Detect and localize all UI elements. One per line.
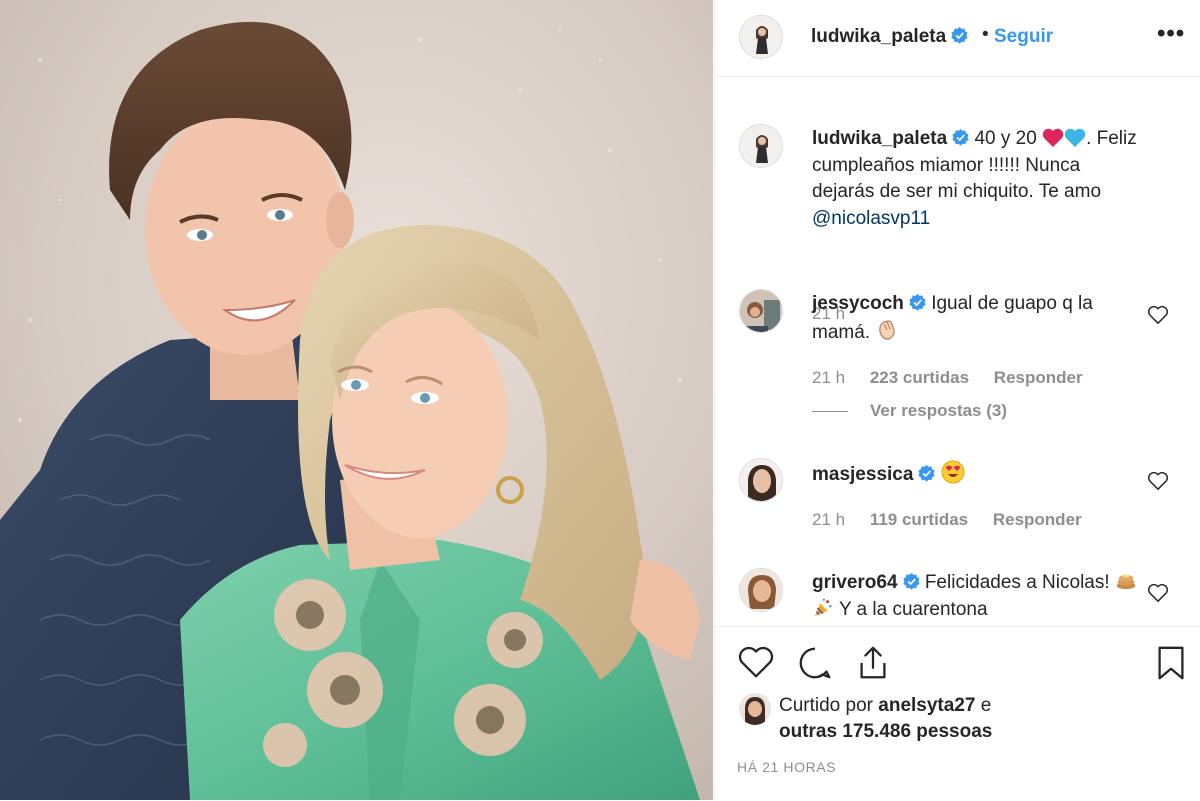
liked-by-text: Curtido por anelsyta27 e outras 175.486 …	[779, 693, 992, 745]
like-comment-heart-icon[interactable]	[1147, 583, 1169, 603]
view-replies-label[interactable]: Ver respostas (3)	[870, 401, 1007, 420]
follow-button[interactable]: Seguir	[994, 26, 1053, 48]
caption-mention-link[interactable]: @nicolasvp11	[812, 208, 930, 229]
caption-username[interactable]: ludwika_paleta	[812, 128, 947, 149]
liked-by-conj: e	[980, 695, 992, 716]
comment-body-start: Felicidades a Nicolas!	[924, 572, 1110, 593]
verified-badge-icon	[918, 465, 935, 482]
comment-username[interactable]: grivero64	[812, 572, 898, 593]
post-timestamp[interactable]: HÁ 21 HORAS	[737, 759, 836, 775]
party-popper-emoji-icon	[814, 598, 832, 616]
reply-button[interactable]: Responder	[994, 368, 1083, 387]
post-header: ludwika_paleta • Seguir •••	[715, 0, 1200, 77]
verified-badge-icon	[951, 27, 968, 44]
author-username[interactable]: ludwika_paleta	[811, 26, 968, 48]
commenter-avatar[interactable]	[739, 568, 783, 612]
comment-likes-count[interactable]: 223 curtidas	[870, 368, 969, 387]
comments-section[interactable]: ludwika_paleta 40 y 20 . Feliz cumpleaño…	[715, 77, 1200, 625]
clap-emoji-icon	[879, 319, 896, 340]
like-comment-heart-icon[interactable]	[1147, 471, 1169, 491]
post-photo[interactable]	[0, 0, 713, 800]
photo-illustration	[0, 0, 713, 800]
comment-likes-count[interactable]: 119 curtidas	[870, 510, 968, 529]
liked-by-avatar[interactable]	[739, 693, 771, 725]
liked-by-user[interactable]: anelsyta27	[878, 695, 975, 716]
comment-text: jessycoch Igual de guapo q la mamá.	[812, 291, 1138, 346]
caption-text: ludwika_paleta 40 y 20 . Feliz cumpleaño…	[812, 126, 1138, 232]
caption-avatar[interactable]	[739, 124, 783, 168]
caption-body-start: 40 y 20	[974, 128, 1037, 149]
comment-text: grivero64 Felicidades a Nicolas! Y a la …	[812, 570, 1138, 623]
red-heart-emoji-icon	[1042, 128, 1064, 147]
verified-badge-icon	[909, 294, 926, 311]
comment-icon[interactable]	[796, 644, 834, 682]
bookmark-icon[interactable]	[1152, 644, 1190, 682]
liked-by-others[interactable]: outras 175.486 pessoas	[779, 721, 992, 742]
author-username-text[interactable]: ludwika_paleta	[811, 26, 946, 47]
liked-by-prefix: Curtido por	[779, 695, 873, 716]
view-replies-button[interactable]: Ver respostas (3)	[812, 401, 1007, 421]
comment-meta: 21 h 223 curtidas Responder	[812, 368, 1103, 388]
commenter-avatar[interactable]	[739, 458, 783, 502]
replies-divider	[812, 411, 848, 413]
like-comment-heart-icon[interactable]	[1147, 305, 1169, 325]
header-separator: •	[982, 24, 989, 45]
reply-button[interactable]: Responder	[993, 510, 1082, 529]
pancakes-emoji-icon	[1116, 574, 1136, 590]
more-options-icon[interactable]: •••	[1157, 20, 1185, 48]
author-avatar[interactable]	[739, 15, 783, 59]
heart-icon[interactable]	[737, 644, 775, 682]
comment-time[interactable]: 21 h	[812, 368, 845, 387]
comment-text: masjessica	[812, 460, 1138, 489]
comment-username[interactable]: jessycoch	[812, 293, 904, 314]
blue-heart-emoji-icon	[1064, 128, 1086, 147]
verified-badge-icon	[902, 573, 920, 590]
verified-badge-icon	[952, 129, 969, 146]
comment-meta: 21 h 119 curtidas Responder	[812, 510, 1102, 530]
heart-eyes-emoji-icon	[941, 460, 965, 484]
share-icon[interactable]	[854, 644, 892, 682]
comment-time[interactable]: 21 h	[812, 510, 845, 529]
comment-body-end: Y a la cuarentona	[838, 598, 988, 620]
commenter-avatar[interactable]	[739, 289, 783, 333]
post-side-panel: ludwika_paleta • Seguir ••• ludwika_pale…	[714, 0, 1200, 800]
comment-username[interactable]: masjessica	[812, 464, 913, 485]
post-actions: Curtido por anelsyta27 e outras 175.486 …	[715, 626, 1200, 801]
